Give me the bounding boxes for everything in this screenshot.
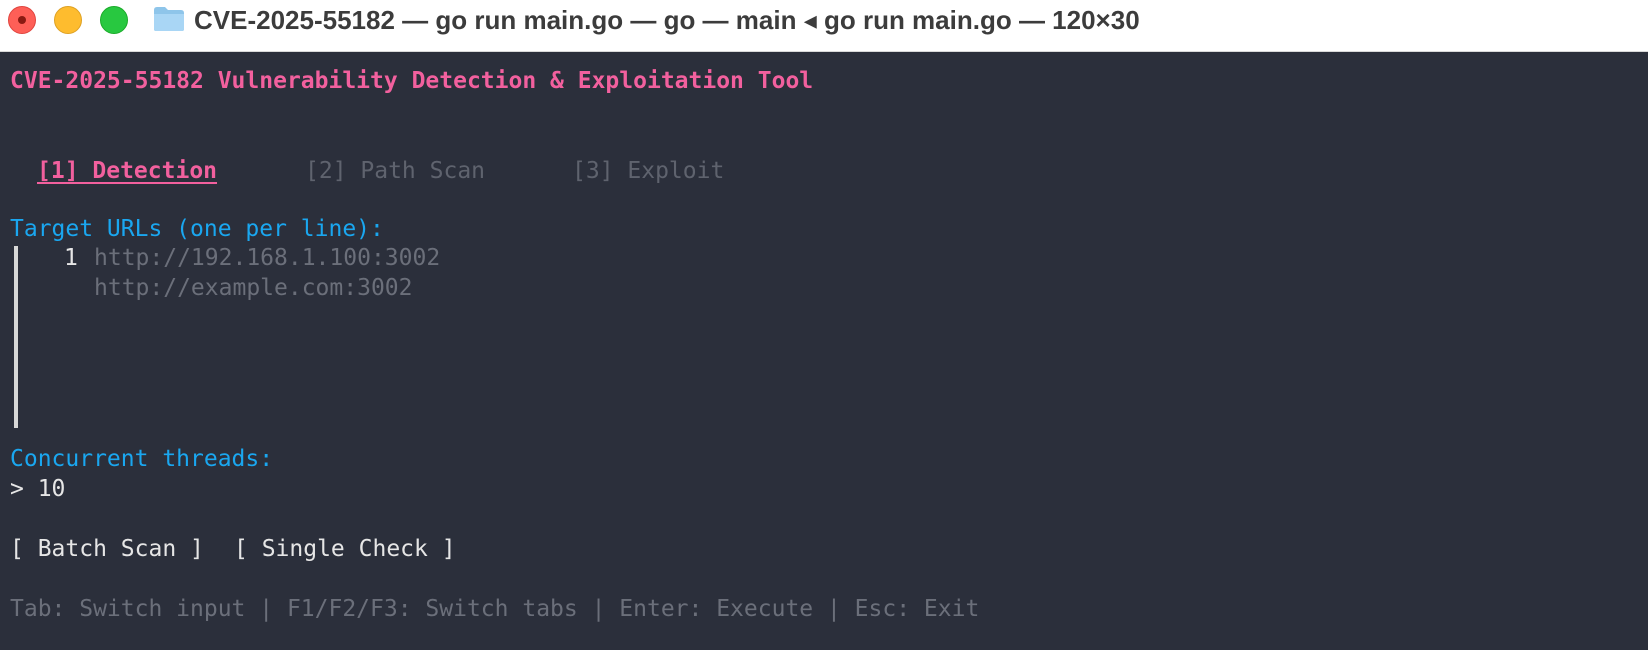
tab-path-scan[interactable]: [2] Path Scan — [305, 156, 485, 186]
app-title: CVE-2025-55182 Vulnerability Detection &… — [10, 68, 814, 94]
target-urls-placeholder-line-2[interactable]: http://example.com:3002 — [94, 273, 413, 303]
line-number: 1 — [64, 245, 78, 271]
help-bar: Tab: Switch input | F1/F2/F3: Switch tab… — [10, 596, 980, 622]
title-bar: CVE-2025-55182 — go run main.go — go — m… — [0, 0, 1648, 52]
window-title: CVE-2025-55182 — go run main.go — go — m… — [194, 5, 1140, 35]
close-icon[interactable] — [8, 6, 36, 34]
target-urls-placeholder-line-1[interactable]: http://192.168.1.100:3002 — [94, 243, 440, 273]
terminal-window: CVE-2025-55182 — go run main.go — go — m… — [0, 0, 1648, 650]
target-urls-label: Target URLs (one per line): — [10, 216, 384, 242]
single-check-button[interactable]: [ Single Check ] — [234, 534, 456, 564]
close-dot — [18, 16, 26, 24]
maximize-icon[interactable] — [100, 6, 128, 34]
threads-input[interactable]: > 10 — [10, 474, 65, 504]
folder-icon — [154, 7, 184, 31]
minimize-icon[interactable] — [54, 6, 82, 34]
tab-detection[interactable]: [1] Detection — [37, 156, 217, 186]
tab-exploit[interactable]: [3] Exploit — [572, 156, 724, 186]
target-urls-input-border[interactable] — [14, 246, 18, 428]
terminal-content[interactable]: CVE-2025-55182 Vulnerability Detection &… — [0, 52, 1648, 650]
batch-scan-button[interactable]: [ Batch Scan ] — [10, 534, 204, 564]
threads-label: Concurrent threads: — [10, 446, 274, 472]
